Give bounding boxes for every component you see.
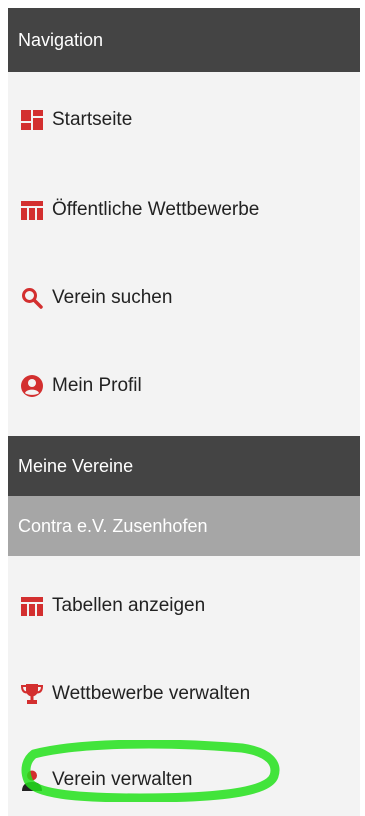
navigation-panel: Navigation Startseite Öffentliche Wettbe… xyxy=(8,8,360,816)
nav-item-mein-profil[interactable]: Mein Profil xyxy=(8,366,360,406)
nav-item-verein-suchen[interactable]: Verein suchen xyxy=(8,278,360,318)
navigation-header-label: Navigation xyxy=(18,29,104,50)
my-clubs-header: Meine Vereine xyxy=(8,436,360,496)
navigation-header: Navigation xyxy=(8,8,360,72)
nav-item-label: Verein suchen xyxy=(52,287,173,308)
club-name-label: Contra e.V. Zusenhofen xyxy=(18,515,208,536)
trophy-icon xyxy=(20,682,44,706)
nav-item-tabellen-anzeigen[interactable]: Tabellen anzeigen xyxy=(8,586,360,626)
search-icon xyxy=(20,286,44,310)
nav-item-label: Öffentliche Wettbewerbe xyxy=(52,199,260,220)
table-icon xyxy=(20,198,44,222)
nav-item-label: Verein verwalten xyxy=(52,769,193,790)
nav-item-label: Tabellen anzeigen xyxy=(52,595,206,616)
table-icon xyxy=(20,594,44,618)
my-clubs-header-label: Meine Vereine xyxy=(18,455,134,476)
nav-item-label: Wettbewerbe verwalten xyxy=(52,683,251,704)
user-circle-icon xyxy=(20,374,44,398)
nav-item-startseite[interactable]: Startseite xyxy=(8,100,360,140)
nav-item-label: Startseite xyxy=(52,109,133,130)
club-name-header[interactable]: Contra e.V. Zusenhofen xyxy=(8,496,360,556)
nav-item-verein-verwalten[interactable]: Verein verwalten xyxy=(8,760,360,800)
nav-item-oeffentliche-wettbewerbe[interactable]: Öffentliche Wettbewerbe xyxy=(8,190,360,230)
user-icon xyxy=(20,768,44,792)
nav-item-label: Mein Profil xyxy=(52,375,142,396)
nav-item-wettbewerbe-verwalten[interactable]: Wettbewerbe verwalten xyxy=(8,674,360,714)
dashboard-icon xyxy=(20,108,44,132)
